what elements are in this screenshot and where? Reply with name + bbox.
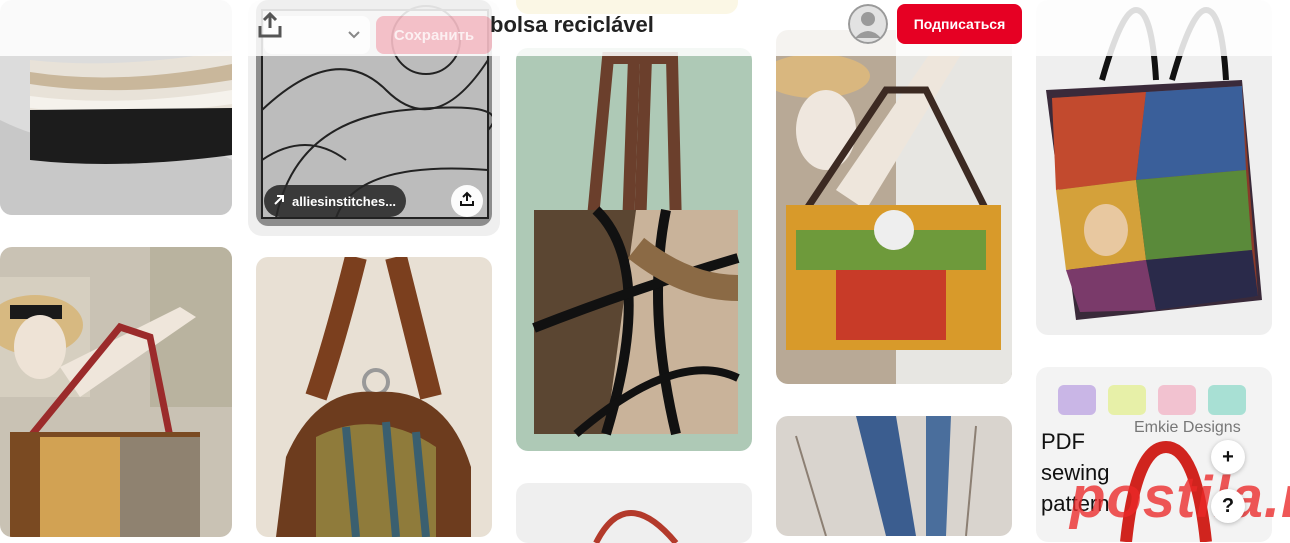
pin-share-button[interactable] [451,185,483,217]
pin-boho-embroidered-bag[interactable] [776,30,1012,384]
pin-image [516,48,752,451]
share-icon [459,191,475,212]
source-link-label: alliesinstitches... [292,193,397,209]
pin-red-handle-bag[interactable] [516,483,752,543]
share-icon [256,11,284,44]
watermark-text: postila.ru [1070,465,1290,530]
pin-image [0,247,232,537]
pin-image [516,483,752,543]
pin-image [776,30,1012,384]
user-icon [848,4,888,44]
pin-image [776,416,1012,536]
pin-leather-hobo-bag[interactable] [256,257,492,537]
chevron-down-icon [346,26,362,47]
brand-label: Emkie Designs [1134,419,1241,436]
avatar[interactable] [848,4,888,44]
pin-necktie-bag[interactable] [776,416,1012,536]
source-link-button[interactable]: alliesinstitches... [264,185,407,217]
follow-button[interactable]: Подписаться [897,4,1022,44]
pin-image [256,257,492,537]
pattern-text-line: PDF [1041,429,1085,454]
arrow-up-right-icon [272,193,286,210]
plus-icon: + [1222,445,1234,468]
page-title: bolsa reciclável [490,12,654,37]
help-button[interactable]: ? [1211,489,1245,523]
pin-mannequin-boho-bag[interactable] [0,247,232,537]
pin-stained-glass-tote[interactable] [516,48,752,451]
question-icon: ? [1221,494,1235,517]
zoom-in-button[interactable]: + [1211,440,1245,474]
save-button[interactable]: Сохранить [376,16,492,54]
share-board-button[interactable] [256,8,284,40]
